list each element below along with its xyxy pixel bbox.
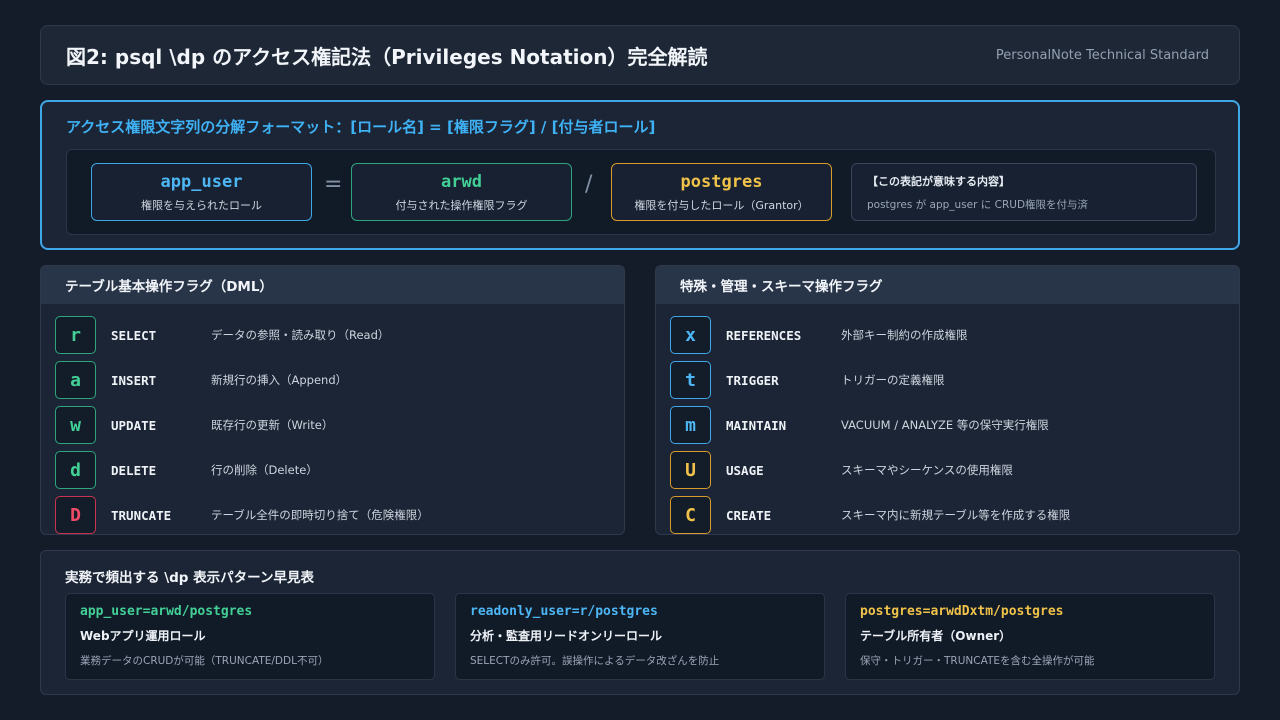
grantor-box: postgres 権限を付与したロール（Grantor） <box>611 163 832 221</box>
flag-operation: INSERT <box>111 372 157 388</box>
flag-operation: REFERENCES <box>726 327 802 343</box>
page-title: 図2: psql \dp のアクセス権記法（Privileges Notatio… <box>66 44 708 69</box>
flag-operation: USAGE <box>726 462 764 478</box>
format-panel: アクセス権限文字列の分解フォーマット：[ロール名] = [権限フラグ] / [付… <box>40 100 1240 250</box>
special-panel-title: 特殊・管理・スキーマ操作フラグ <box>656 266 1239 304</box>
flag-operation: CREATE <box>726 507 772 523</box>
flag-badge: r <box>55 316 96 354</box>
brand-label: PersonalNote Technical Standard <box>995 47 1209 63</box>
pattern-card: app_user=arwd/postgres Webアプリ運用ロール 業務データ… <box>65 593 435 680</box>
equals-sign: = <box>324 172 343 197</box>
flags-desc: 付与された操作権限フラグ <box>395 198 528 212</box>
flag-badge: w <box>55 406 96 444</box>
flag-badge: m <box>670 406 711 444</box>
pattern-code: app_user=arwd/postgres <box>80 604 253 619</box>
flag-row: w UPDATE 既存行の更新（Write） <box>55 406 615 444</box>
flag-badge: C <box>670 496 711 534</box>
flag-operation: TRIGGER <box>726 372 779 388</box>
flag-row: r SELECT データの参照・読み取り（Read） <box>55 316 615 354</box>
flag-row: m MAINTAIN VACUUM / ANALYZE 等の保守実行権限 <box>670 406 1230 444</box>
dml-panel-title: テーブル基本操作フラグ（DML） <box>41 266 624 304</box>
meaning-box: 【この表記が意味する内容】 postgres が app_user に CRUD… <box>851 163 1197 221</box>
flag-operation: TRUNCATE <box>111 507 172 523</box>
flag-badge: x <box>670 316 711 354</box>
flag-row: d DELETE 行の削除（Delete） <box>55 451 615 489</box>
flag-badge: a <box>55 361 96 399</box>
flag-description: VACUUM / ANALYZE 等の保守実行権限 <box>841 418 1049 432</box>
pattern-desc: SELECTのみ許可。誤操作によるデータ改ざんを防止 <box>470 655 720 667</box>
flags-box: arwd 付与された操作権限フラグ <box>351 163 572 221</box>
flag-description: 新規行の挿入（Append） <box>211 373 348 387</box>
meaning-text: postgres が app_user に CRUD権限を付与済 <box>867 198 1089 211</box>
flag-row: a INSERT 新規行の挿入（Append） <box>55 361 615 399</box>
format-title: アクセス権限文字列の分解フォーマット：[ロール名] = [権限フラグ] / [付… <box>66 118 656 136</box>
role-code: app_user <box>160 171 243 192</box>
flag-description: 外部キー制約の作成権限 <box>841 328 968 342</box>
special-flags-panel: 特殊・管理・スキーマ操作フラグ x REFERENCES 外部キー制約の作成権限… <box>655 265 1240 535</box>
flag-description: 既存行の更新（Write） <box>211 418 334 432</box>
format-breakdown: app_user 権限を与えられたロール = arwd 付与された操作権限フラグ… <box>66 149 1216 235</box>
flag-operation: SELECT <box>111 327 157 343</box>
flag-description: スキーマ内に新規テーブル等を作成する権限 <box>841 508 1071 522</box>
flag-operation: MAINTAIN <box>726 417 787 433</box>
flag-row: x REFERENCES 外部キー制約の作成権限 <box>670 316 1230 354</box>
flag-badge: U <box>670 451 711 489</box>
pattern-card: readonly_user=r/postgres 分析・監査用リードオンリーロー… <box>455 593 825 680</box>
pattern-card: postgres=arwdDxtm/postgres テーブル所有者（Owner… <box>845 593 1215 680</box>
flag-row: D TRUNCATE テーブル全件の即時切り捨て（危険権限） <box>55 496 615 534</box>
flag-operation: DELETE <box>111 462 157 478</box>
meaning-heading: 【この表記が意味する内容】 <box>867 174 1010 188</box>
pattern-name: 分析・監査用リードオンリーロール <box>470 629 663 643</box>
grantor-code: postgres <box>680 171 763 192</box>
flags-code: arwd <box>441 171 482 192</box>
grantor-desc: 権限を付与したロール（Grantor） <box>634 198 809 212</box>
flag-row: U USAGE スキーマやシーケンスの使用権限 <box>670 451 1230 489</box>
flag-badge-danger: D <box>55 496 96 534</box>
pattern-desc: 保守・トリガー・TRUNCATEを含む全操作が可能 <box>860 655 1095 667</box>
flag-operation: UPDATE <box>111 417 157 433</box>
flag-description: データの参照・読み取り（Read） <box>211 328 390 342</box>
pattern-name: テーブル所有者（Owner） <box>860 629 1012 643</box>
flag-badge: d <box>55 451 96 489</box>
flag-row: C CREATE スキーマ内に新規テーブル等を作成する権限 <box>670 496 1230 534</box>
patterns-title: 実務で頻出する \dp 表示パターン早見表 <box>65 570 314 586</box>
pattern-name: Webアプリ運用ロール <box>80 629 206 643</box>
dml-flags-panel: テーブル基本操作フラグ（DML） r SELECT データの参照・読み取り（Re… <box>40 265 625 535</box>
flag-row: t TRIGGER トリガーの定義権限 <box>670 361 1230 399</box>
slash-sign: / <box>585 172 593 197</box>
pattern-desc: 業務データのCRUDが可能（TRUNCATE/DDL不可） <box>80 655 329 667</box>
flag-badge: t <box>670 361 711 399</box>
pattern-code: postgres=arwdDxtm/postgres <box>860 604 1064 619</box>
role-box: app_user 権限を与えられたロール <box>91 163 312 221</box>
header-bar: 図2: psql \dp のアクセス権記法（Privileges Notatio… <box>40 25 1240 85</box>
pattern-code: readonly_user=r/postgres <box>470 604 658 619</box>
flag-description: テーブル全件の即時切り捨て（危険権限） <box>211 508 429 522</box>
role-desc: 権限を与えられたロール <box>141 198 262 212</box>
flag-description: トリガーの定義権限 <box>841 373 945 387</box>
patterns-panel: 実務で頻出する \dp 表示パターン早見表 app_user=arwd/post… <box>40 550 1240 695</box>
flag-description: スキーマやシーケンスの使用権限 <box>841 463 1013 477</box>
flag-description: 行の削除（Delete） <box>211 463 318 477</box>
